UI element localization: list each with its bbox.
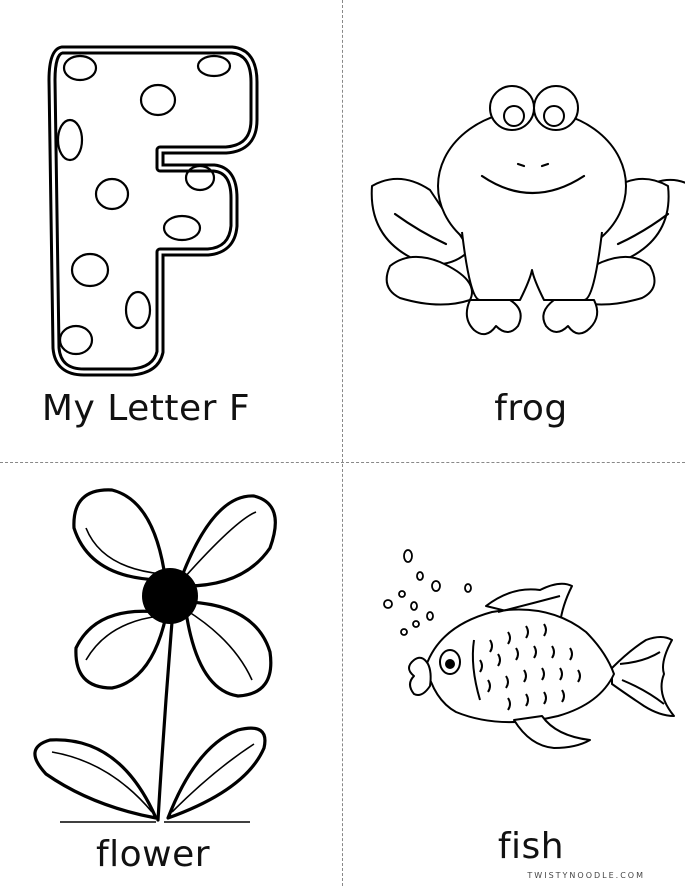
brand-footer: TWISTYNOODLE.COM (527, 871, 645, 880)
letter-f-illustration (33, 45, 685, 823)
caption-flower: flower (95, 834, 211, 875)
caption-fish: fish (497, 826, 565, 867)
caption-letter-f: My Letter F (41, 388, 251, 429)
minibook-page: My Letter F frog flower fish TWISTYNOODL… (0, 0, 685, 886)
caption-frog: frog (494, 388, 568, 429)
